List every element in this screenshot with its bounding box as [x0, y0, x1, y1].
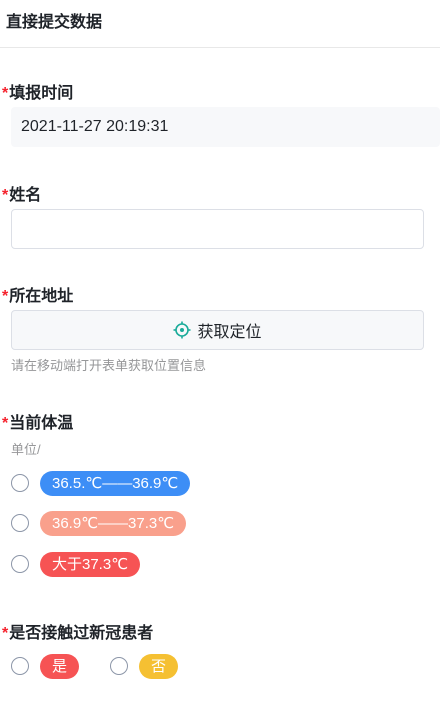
contact-options: 是 否: [11, 653, 179, 679]
contact-option-no[interactable]: 否: [110, 653, 179, 679]
page-title: 直接提交数据: [6, 14, 103, 31]
temperature-option-label: 36.9℃——37.3℃: [40, 510, 187, 536]
temperature-option-label: 大于37.3℃: [40, 551, 141, 577]
page-header: 直接提交数据: [0, 0, 440, 48]
temperature-option-1[interactable]: 36.5.℃——36.9℃: [11, 470, 191, 496]
address-label-text: 所在地址: [9, 288, 74, 305]
radio-button[interactable]: [11, 657, 29, 675]
required-mark: *: [2, 288, 9, 305]
temperature-option-2[interactable]: 36.9℃——37.3℃: [11, 510, 187, 536]
time-label-text: 填报时间: [9, 85, 74, 102]
get-location-button[interactable]: 获取定位: [11, 310, 424, 350]
radio-button[interactable]: [11, 474, 29, 492]
time-field-label: *填报时间: [2, 79, 73, 103]
get-location-label: 获取定位: [197, 324, 262, 341]
temperature-unit: 单位/: [11, 442, 41, 457]
required-mark: *: [2, 187, 9, 204]
required-mark: *: [2, 415, 9, 432]
time-value: 2021-11-27 20:19:31: [11, 107, 440, 147]
contact-label-text: 是否接触过新冠患者: [9, 625, 154, 642]
locate-icon: [173, 321, 191, 339]
address-field-label: *所在地址: [2, 282, 73, 306]
contact-field-label: *是否接触过新冠患者: [2, 619, 153, 643]
required-mark: *: [2, 85, 9, 102]
name-field-label: *姓名: [2, 181, 41, 205]
radio-button[interactable]: [11, 514, 29, 532]
contact-option-yes[interactable]: 是: [11, 653, 80, 679]
temperature-field-label: *当前体温: [2, 409, 73, 433]
temperature-label-text: 当前体温: [9, 415, 74, 432]
name-input[interactable]: [11, 209, 424, 249]
temperature-option-label: 36.5.℃——36.9℃: [40, 470, 191, 496]
radio-button[interactable]: [110, 657, 129, 675]
required-mark: *: [2, 625, 9, 642]
temperature-option-3[interactable]: 大于37.3℃: [11, 551, 141, 577]
location-hint: 请在移动端打开表单获取位置信息: [11, 358, 207, 373]
radio-button[interactable]: [11, 555, 29, 573]
name-label-text: 姓名: [9, 187, 42, 204]
contact-option-label: 否: [139, 653, 179, 679]
contact-option-label: 是: [40, 653, 80, 679]
